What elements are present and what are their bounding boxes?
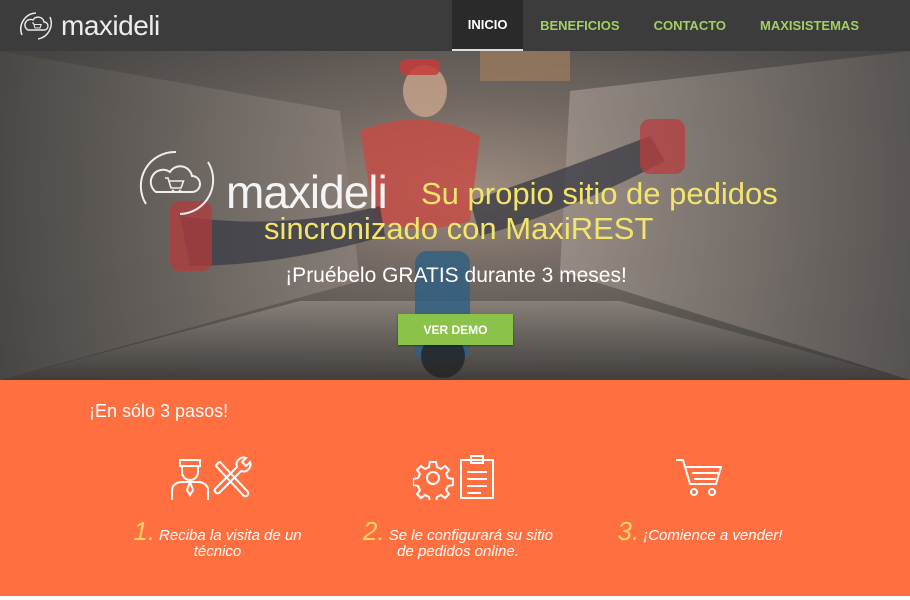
page-bottom-edge (0, 596, 910, 600)
nav-maxisistemas[interactable]: MAXISISTEMAS (743, 0, 910, 51)
step-2-number: 2. (363, 516, 385, 546)
step-1-line2: técnico (193, 543, 242, 560)
hero-headline-line2: sincronizado con MaxiREST (264, 211, 654, 246)
step-1-number: 1. (133, 516, 156, 546)
technician-tools-icon (171, 456, 252, 500)
hero-banner: maxideli Su propio sitio de pedidos sinc… (0, 51, 910, 380)
shopping-cart-icon (676, 459, 723, 496)
hero-headline-line1: Su propio sitio de pedidos (421, 176, 778, 211)
gear-clipboard-icon (413, 455, 494, 500)
step-2-text: 2. Se le configurará su sitio de pedidos … (353, 518, 563, 560)
step-1-line1: Reciba la visita de un (159, 527, 302, 544)
nav-beneficios[interactable]: BENEFICIOS (523, 0, 636, 51)
cloud-cart-icon (20, 12, 53, 40)
top-navbar: maxideli INICIO BENEFICIOS CONTACTO MAXI… (0, 0, 910, 51)
nav-inicio[interactable]: INICIO (452, 0, 524, 51)
step-3-number: 3. (617, 516, 640, 546)
steps-section: ¡En sólo 3 pasos! 1. Reciba la visita de … (0, 380, 910, 596)
step-3-text: 3. ¡Comience a vender! (605, 518, 795, 544)
brand-logo-link[interactable]: maxideli (16, 8, 160, 44)
main-nav: INICIO BENEFICIOS CONTACTO MAXISISTEMAS (452, 0, 910, 51)
ver-demo-button[interactable]: VER DEMO (398, 314, 513, 345)
step-3-line1: ¡Comience a vender! (643, 527, 783, 544)
step-1-text: 1. Reciba la visita de un técnico (110, 518, 325, 560)
steps-title: ¡En sólo 3 pasos! (89, 401, 229, 421)
hero-subheadline: ¡Pruébelo GRATIS durante 3 meses! (285, 264, 627, 287)
brand-name: maxideli (61, 10, 160, 41)
step-2-line1: Se le configurará su sitio (388, 527, 553, 544)
hero-cloud-cart-icon (139, 150, 215, 215)
step-2-line2: de pedidos online. (397, 543, 519, 560)
nav-contacto[interactable]: CONTACTO (637, 0, 743, 51)
